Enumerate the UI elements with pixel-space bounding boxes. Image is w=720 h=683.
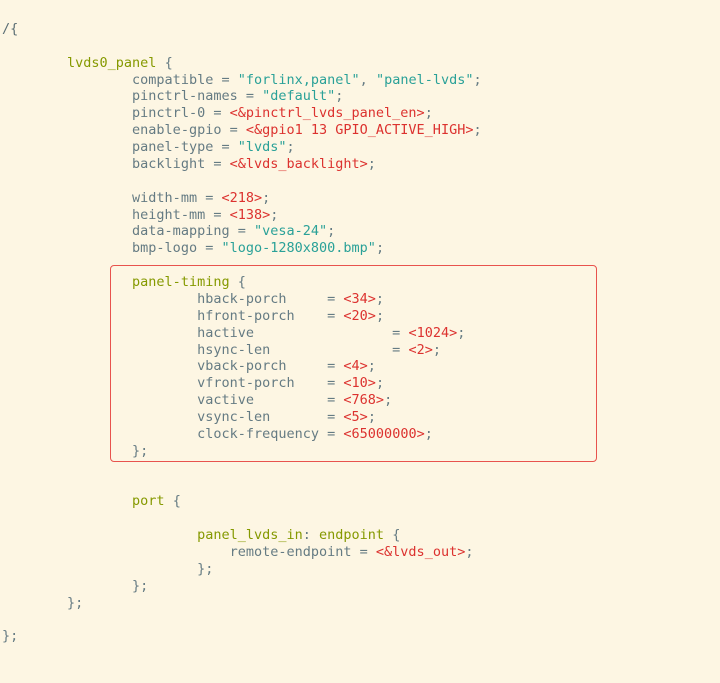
prop-panel-type-v: "lvds": [238, 139, 287, 155]
prop-remote-endpoint-v: <&lvds_out>: [376, 544, 465, 560]
prop-enable-gpio-v: <&gpio1 13 GPIO_ACTIVE_HIGH>: [246, 122, 474, 138]
node-port: port: [132, 493, 165, 509]
pt-vfront-porch-v: <10>: [343, 375, 376, 391]
node-panel-timing: panel-timing: [132, 274, 230, 290]
prop-width-mm-v: <218>: [222, 190, 263, 206]
pt-hback-porch-v: <34>: [343, 291, 376, 307]
pt-clock-freq-v: <65000000>: [343, 426, 424, 442]
prop-height-mm-v: <138>: [230, 207, 271, 223]
pt-hfront-porch-v: <20>: [343, 308, 376, 324]
pt-clock-freq-k: clock-frequency: [197, 426, 319, 442]
pt-hback-porch-k: hback-porch: [197, 291, 286, 307]
prop-pinctrl-names-v: "default": [262, 88, 335, 104]
pt-hactive-k: hactive: [197, 325, 254, 341]
prop-width-mm-k: width-mm: [132, 190, 197, 206]
prop-data-mapping-v: "vesa-24": [254, 223, 327, 239]
prop-backlight-v: <&lvds_backlight>: [230, 156, 368, 172]
pt-vactive-k: vactive: [197, 392, 254, 408]
code-block: /{ lvds0_panel { compatible = "forlinx,p…: [0, 0, 720, 683]
pt-vactive-v: <768>: [343, 392, 384, 408]
node-endpoint: endpoint: [319, 527, 384, 543]
pt-hfront-porch-k: hfront-porch: [197, 308, 295, 324]
prop-bmp-logo-v: "logo-1280x800.bmp": [222, 240, 376, 256]
prop-compatible-v1: "forlinx,panel": [238, 72, 360, 88]
root-close: };: [2, 628, 18, 644]
prop-compatible-k: compatible: [132, 72, 213, 88]
prop-panel-type-k: panel-type: [132, 139, 213, 155]
pt-hsync-len-k: hsync-len: [197, 342, 270, 358]
prop-data-mapping-k: data-mapping: [132, 223, 230, 239]
node-lvds0: lvds0_panel: [67, 55, 156, 71]
pt-vfront-porch-k: vfront-porch: [197, 375, 295, 391]
prop-height-mm-k: height-mm: [132, 207, 205, 223]
prop-pinctrl0-v: <&pinctrl_lvds_panel_en>: [230, 105, 425, 121]
pt-vback-porch-v: <4>: [343, 358, 367, 374]
root-open: /{: [2, 21, 18, 37]
prop-backlight-k: backlight: [132, 156, 205, 172]
pt-hactive-v: <1024>: [408, 325, 457, 341]
prop-enable-gpio-k: enable-gpio: [132, 122, 221, 138]
pt-hsync-len-v: <2>: [408, 342, 432, 358]
prop-remote-endpoint-k: remote-endpoint: [230, 544, 352, 560]
prop-compatible-v2: "panel-lvds": [376, 72, 474, 88]
prop-pinctrl0-k: pinctrl-0: [132, 105, 205, 121]
label-panel-lvds-in: panel_lvds_in: [197, 527, 303, 543]
prop-bmp-logo-k: bmp-logo: [132, 240, 197, 256]
pt-vback-porch-k: vback-porch: [197, 358, 286, 374]
pt-vsync-len-v: <5>: [343, 409, 367, 425]
prop-pinctrl-names-k: pinctrl-names: [132, 88, 238, 104]
pt-vsync-len-k: vsync-len: [197, 409, 270, 425]
